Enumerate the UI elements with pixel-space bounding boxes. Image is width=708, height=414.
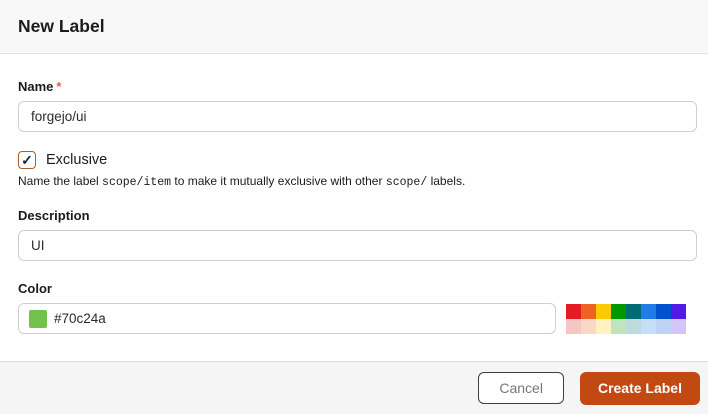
help-text-part: labels.	[427, 174, 466, 188]
color-label: Color	[18, 281, 52, 296]
description-label: Description	[18, 208, 90, 223]
palette-swatch[interactable]	[671, 304, 686, 319]
checkmark-icon: ✓	[21, 151, 33, 168]
palette-swatch[interactable]	[671, 319, 686, 334]
create-label-button[interactable]: Create Label	[579, 371, 700, 405]
name-label: Name *	[18, 79, 697, 94]
dialog-footer: Cancel Create Label	[0, 361, 708, 414]
new-label-dialog: New Label Name* ✓ Exclusive Name the lab…	[0, 0, 708, 414]
color-swatch	[29, 309, 47, 328]
checkbox-checked-icon[interactable]: ✓	[18, 151, 36, 169]
exclusive-field-group: ✓ Exclusive Name the label scope/item to…	[18, 151, 697, 189]
palette-swatch[interactable]	[581, 319, 596, 334]
palette-swatch[interactable]	[626, 319, 641, 334]
exclusive-checkbox[interactable]: ✓ Exclusive	[18, 151, 697, 169]
dialog-header: New Label	[0, 0, 708, 54]
palette-swatch[interactable]	[641, 319, 656, 334]
description-input[interactable]	[18, 230, 697, 261]
name-field-group: Name *	[18, 79, 697, 132]
exclusive-help-text: Name the label scope/item to make it mut…	[18, 174, 697, 189]
help-text-part: to make it mutually exclusive with other	[171, 174, 386, 188]
palette-swatch[interactable]	[596, 319, 611, 334]
help-code-scope-item: scope/item	[102, 176, 172, 189]
palette-swatch[interactable]	[566, 304, 581, 319]
color-input[interactable]: #70c24a	[18, 303, 556, 334]
dialog-title: New Label	[18, 16, 105, 36]
palette-swatch[interactable]	[611, 304, 626, 319]
palette-swatch[interactable]	[656, 304, 671, 319]
help-text-part: Name the label	[18, 174, 103, 188]
name-label-text: Name	[18, 79, 54, 94]
color-palette	[566, 304, 686, 334]
palette-swatch[interactable]	[656, 319, 671, 334]
description-field-group: Description	[18, 208, 697, 261]
color-value: #70c24a	[54, 311, 106, 326]
name-input[interactable]	[18, 101, 697, 132]
palette-swatch[interactable]	[566, 319, 581, 334]
palette-swatch[interactable]	[596, 304, 611, 319]
palette-swatch[interactable]	[611, 319, 626, 334]
palette-swatch[interactable]	[641, 304, 656, 319]
palette-swatch[interactable]	[581, 304, 596, 319]
exclusive-label[interactable]: Exclusive	[46, 152, 107, 168]
palette-swatch[interactable]	[626, 304, 641, 319]
help-code-scope: scope/	[385, 176, 428, 189]
color-row: #70c24a	[18, 303, 697, 334]
required-asterisk: *	[56, 79, 62, 94]
dialog-body: Name* ✓ Exclusive Name the label scope/i…	[0, 54, 708, 361]
cancel-button[interactable]: Cancel	[478, 372, 564, 404]
color-field-group: Color #70c24a	[18, 281, 697, 334]
